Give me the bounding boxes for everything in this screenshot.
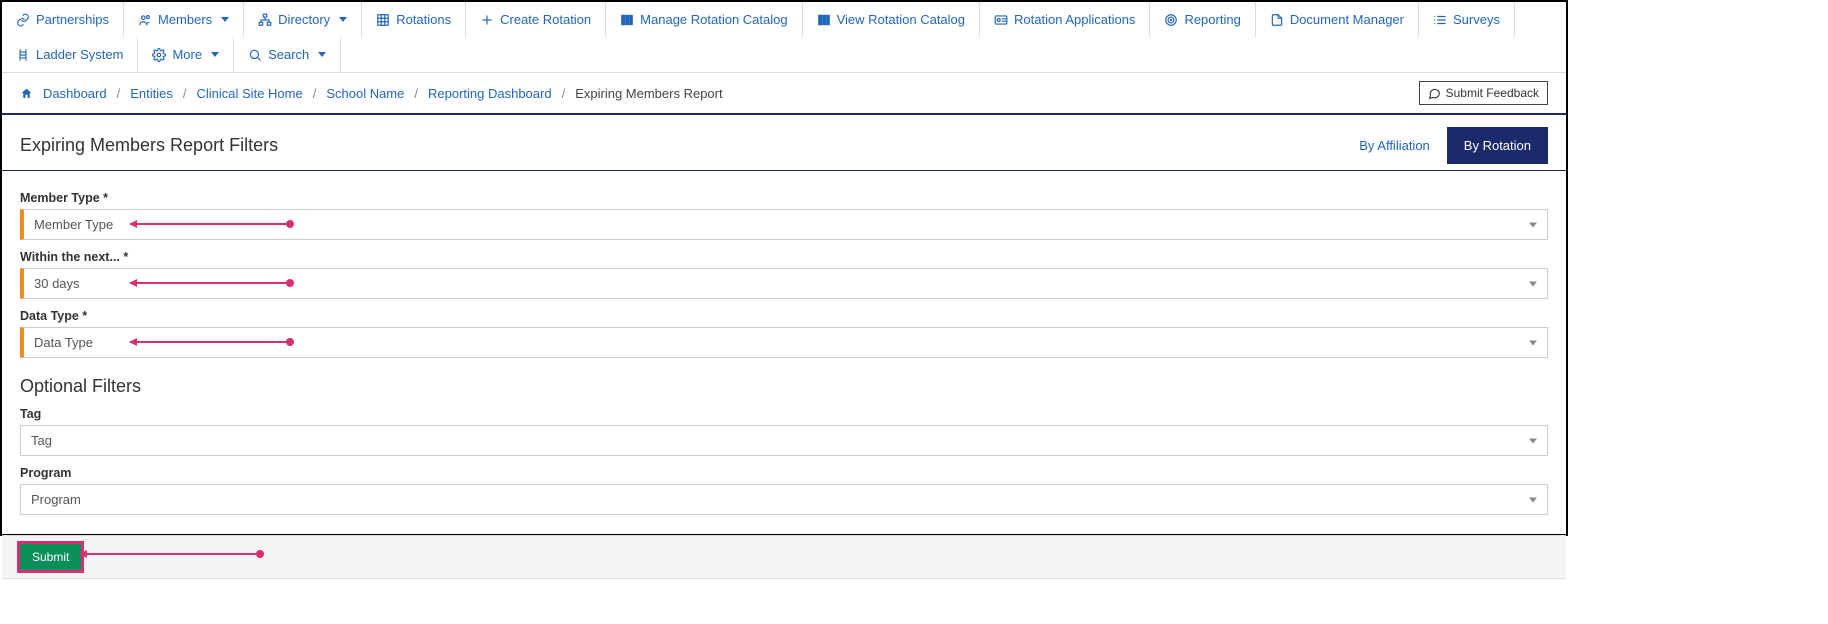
nav-document-manager[interactable]: Document Manager bbox=[1256, 2, 1419, 37]
caret-down-icon bbox=[221, 17, 229, 22]
nav-label: Partnerships bbox=[36, 12, 109, 27]
submit-feedback-label: Submit Feedback bbox=[1446, 86, 1539, 100]
nav-reporting[interactable]: Reporting bbox=[1150, 2, 1255, 37]
target-icon bbox=[1164, 13, 1178, 27]
breadcrumb: Dashboard / Entities / Clinical Site Home / Sc… bbox=[20, 86, 723, 101]
breadcrumb-current: Expiring Members Report bbox=[575, 86, 722, 101]
nav-more[interactable]: More bbox=[138, 37, 234, 72]
breadcrumb-link[interactable]: School Name bbox=[326, 86, 404, 101]
tabs: By Affiliation By Rotation bbox=[1342, 127, 1548, 164]
tab-by-affiliation[interactable]: By Affiliation bbox=[1342, 127, 1447, 164]
search-icon bbox=[248, 48, 262, 62]
nav-label: More bbox=[172, 47, 202, 62]
list-icon bbox=[1433, 13, 1447, 27]
link-icon bbox=[16, 13, 30, 27]
submit-button[interactable]: Submit bbox=[20, 544, 81, 570]
top-nav: Partnerships Members Directory Rotations Cre… bbox=[2, 2, 1566, 73]
nav-label: Rotations bbox=[396, 12, 451, 27]
breadcrumb-link[interactable]: Entities bbox=[130, 86, 173, 101]
doc-icon bbox=[1270, 13, 1284, 27]
breadcrumb-separator: / bbox=[414, 86, 418, 101]
optional-filters-title: Optional Filters bbox=[20, 376, 1548, 397]
nav-label: Surveys bbox=[1453, 12, 1500, 27]
nav-label: Manage Rotation Catalog bbox=[640, 12, 787, 27]
nav-surveys[interactable]: Surveys bbox=[1419, 2, 1515, 37]
books-icon bbox=[817, 13, 831, 27]
subbar: Dashboard / Entities / Clinical Site Home / Sc… bbox=[2, 73, 1566, 115]
nav-view-rotation-catalog[interactable]: View Rotation Catalog bbox=[803, 2, 980, 37]
data-type-select[interactable]: Data Type bbox=[20, 327, 1548, 358]
breadcrumb-separator: / bbox=[183, 86, 187, 101]
program-label: Program bbox=[20, 466, 1548, 480]
books-icon bbox=[620, 13, 634, 27]
nav-label: Members bbox=[158, 12, 212, 27]
breadcrumb-separator: / bbox=[117, 86, 121, 101]
submit-bar: Submit bbox=[2, 535, 1566, 579]
sitemap-icon bbox=[258, 13, 272, 27]
chat-icon bbox=[1428, 87, 1441, 100]
caret-down-icon bbox=[339, 17, 347, 22]
data-type-label: Data Type * bbox=[20, 309, 1548, 323]
nav-rotation-applications[interactable]: Rotation Applications bbox=[980, 2, 1150, 37]
panel-header: Expiring Members Report Filters By Affil… bbox=[2, 119, 1566, 171]
nav-label: Document Manager bbox=[1290, 12, 1404, 27]
nav-search[interactable]: Search bbox=[234, 37, 341, 72]
breadcrumb-separator: / bbox=[313, 86, 317, 101]
home-icon bbox=[20, 87, 33, 100]
nav-ladder-system[interactable]: Ladder System bbox=[2, 37, 138, 72]
tab-by-rotation[interactable]: By Rotation bbox=[1447, 127, 1548, 164]
member-type-label: Member Type * bbox=[20, 191, 1548, 205]
nav-create-rotation[interactable]: Create Rotation bbox=[466, 2, 606, 37]
within-next-label: Within the next... * bbox=[20, 250, 1548, 264]
breadcrumb-link[interactable]: Dashboard bbox=[43, 86, 107, 101]
nav-directory[interactable]: Directory bbox=[244, 2, 362, 37]
page-title: Expiring Members Report Filters bbox=[20, 135, 278, 156]
breadcrumb-link[interactable]: Clinical Site Home bbox=[197, 86, 303, 101]
nav-label: Create Rotation bbox=[500, 12, 591, 27]
users-icon bbox=[138, 13, 152, 27]
tag-label: Tag bbox=[20, 407, 1548, 421]
caret-down-icon bbox=[211, 52, 219, 57]
card-icon bbox=[994, 13, 1008, 27]
tag-select[interactable]: Tag bbox=[20, 425, 1548, 456]
breadcrumb-link[interactable]: Reporting Dashboard bbox=[428, 86, 552, 101]
filters-form: Member Type * Member Type Within the nex… bbox=[2, 171, 1566, 515]
nav-label: Ladder System bbox=[36, 47, 123, 62]
submit-feedback-button[interactable]: Submit Feedback bbox=[1419, 81, 1548, 105]
nav-label: Directory bbox=[278, 12, 330, 27]
breadcrumb-separator: / bbox=[562, 86, 566, 101]
nav-label: Search bbox=[268, 47, 309, 62]
nav-label: View Rotation Catalog bbox=[837, 12, 965, 27]
gear-icon bbox=[152, 48, 166, 62]
annotation-arrow bbox=[80, 553, 260, 555]
ladder-icon bbox=[16, 48, 30, 62]
nav-partnerships[interactable]: Partnerships bbox=[2, 2, 124, 37]
nav-members[interactable]: Members bbox=[124, 2, 244, 37]
member-type-select[interactable]: Member Type bbox=[20, 209, 1548, 240]
nav-label: Reporting bbox=[1184, 12, 1240, 27]
program-select[interactable]: Program bbox=[20, 484, 1548, 515]
within-next-select[interactable]: 30 days bbox=[20, 268, 1548, 299]
grid-icon bbox=[376, 13, 390, 27]
caret-down-icon bbox=[318, 52, 326, 57]
nav-label: Rotation Applications bbox=[1014, 12, 1135, 27]
plus-icon bbox=[480, 13, 494, 27]
nav-manage-rotation-catalog[interactable]: Manage Rotation Catalog bbox=[606, 2, 802, 37]
nav-rotations[interactable]: Rotations bbox=[362, 2, 466, 37]
